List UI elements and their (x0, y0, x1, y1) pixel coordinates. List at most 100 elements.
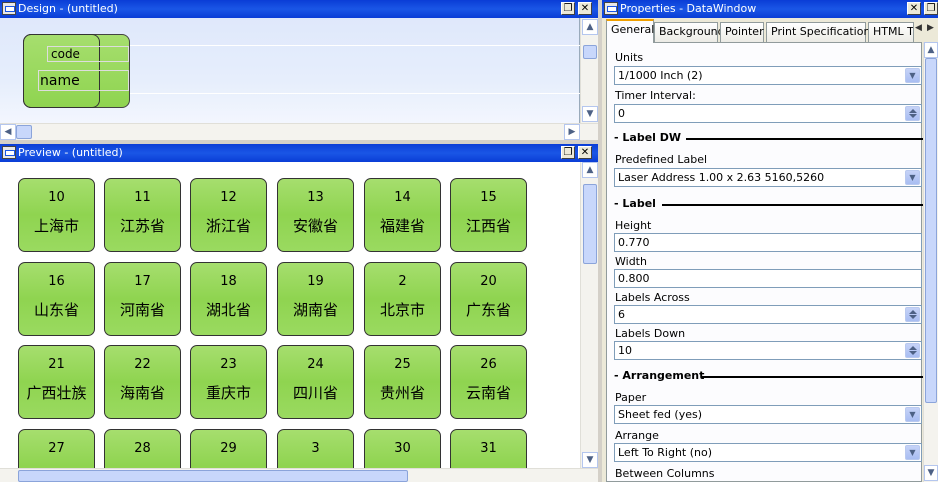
card-name: 四川省 (292, 384, 338, 402)
scroll-thumb[interactable] (925, 58, 937, 403)
spin-arrows-icon[interactable] (905, 307, 920, 322)
card-name: 广东省 (465, 301, 511, 319)
close-button[interactable]: ✕ (578, 2, 592, 15)
label-card[interactable]: 21 广西壮族 (18, 345, 95, 419)
label-card[interactable]: 19 湖南省 (277, 262, 354, 336)
tab-label: Print Specifications (771, 25, 877, 38)
label-card[interactable]: 22 海南省 (104, 345, 181, 419)
tab-scroll-right-icon[interactable]: ▶ (924, 22, 937, 35)
card-name: 上海市 (33, 217, 79, 235)
close-button[interactable]: ✕ (907, 2, 921, 15)
card-code: 30 (394, 441, 411, 456)
label-card[interactable]: 23 重庆市 (190, 345, 267, 419)
label-card[interactable]: 28 (104, 429, 181, 468)
design-canvas[interactable]: code name (0, 18, 580, 123)
width-field[interactable]: 0.800 (614, 269, 922, 288)
properties-vscroll[interactable]: ▲ ▼ (923, 42, 938, 482)
chevron-down-icon[interactable]: ▼ (905, 445, 920, 460)
scroll-down-button[interactable]: ▼ (924, 465, 938, 481)
tab-background[interactable]: Background (654, 22, 725, 42)
label-card[interactable]: 14 福建省 (364, 178, 441, 252)
scroll-up-button[interactable]: ▲ (582, 162, 598, 178)
tab-general[interactable]: General (606, 19, 654, 43)
label-card[interactable]: 12 浙江省 (190, 178, 267, 252)
chevron-down-icon[interactable]: ▼ (905, 170, 920, 185)
predefined-dropdown[interactable]: Laser Address 1.00 x 2.63 5160,5260 ▼ (614, 168, 922, 187)
section-title: Arrangement (622, 369, 705, 382)
card-code: 26 (480, 357, 497, 372)
paper-dropdown[interactable]: Sheet fed (yes) ▼ (614, 405, 922, 424)
label-card[interactable]: 20 广东省 (450, 262, 527, 336)
timer-spinbox[interactable]: 0 (614, 104, 922, 123)
tab-label: General (611, 23, 655, 36)
tab-html[interactable]: HTML T (868, 22, 914, 42)
height-label: Height (615, 219, 652, 232)
tab-print-specifications[interactable]: Print Specifications (766, 22, 876, 42)
card-code: 2 (398, 274, 407, 289)
arrange-label: Arrange (615, 429, 659, 442)
close-button[interactable]: ✕ (578, 146, 592, 159)
scroll-thumb[interactable] (18, 470, 408, 482)
card-name: 广西壮族 (26, 384, 87, 402)
tab-label: HTML T (873, 25, 914, 38)
label-card[interactable]: 24 四川省 (277, 345, 354, 419)
label-card[interactable]: 11 江苏省 (104, 178, 181, 252)
arrange-dropdown[interactable]: Left To Right (no) ▼ (614, 443, 922, 462)
card-code: 23 (220, 357, 237, 372)
restore-button[interactable]: ❐ (561, 2, 575, 15)
preview-canvas[interactable]: 10 上海市 11 江苏省 12 浙江省 13 安徽省 14 福建省 15 江西省 16 山东省 17 河南省… (0, 162, 580, 468)
card-code: 14 (394, 190, 411, 205)
label-card[interactable]: 16 山东省 (18, 262, 95, 336)
spin-arrows-icon[interactable] (905, 106, 920, 121)
label-card[interactable]: 15 江西省 (450, 178, 527, 252)
scroll-left-button[interactable]: ◀ (0, 124, 16, 140)
card-code: 11 (134, 190, 151, 205)
scroll-down-button[interactable]: ▼ (582, 106, 598, 122)
chevron-down-icon[interactable]: ▼ (905, 68, 920, 83)
label-card[interactable]: 30 (364, 429, 441, 468)
design-hscroll[interactable]: ◀ ▶ (0, 123, 598, 140)
label-card[interactable]: 2 北京市 (364, 262, 441, 336)
down-label: Labels Down (615, 327, 686, 340)
restore-button[interactable]: ❐ (924, 2, 938, 15)
label-card[interactable]: 31 (450, 429, 527, 468)
scroll-thumb[interactable] (583, 45, 597, 59)
card-name: 海南省 (119, 384, 165, 402)
height-field[interactable]: 0.770 (614, 233, 922, 252)
spin-arrows-icon[interactable] (905, 343, 920, 358)
scroll-up-button[interactable]: ▲ (582, 19, 598, 35)
scroll-right-button[interactable]: ▶ (564, 124, 580, 140)
general-panel: Units 1/1000 Inch (2) ▼ Timer Interval: … (606, 42, 924, 482)
label-card[interactable]: 18 湖北省 (190, 262, 267, 336)
card-code: 18 (220, 274, 237, 289)
label-card[interactable]: 25 贵州省 (364, 345, 441, 419)
across-value: 6 (618, 308, 625, 321)
label-card[interactable]: 13 安徽省 (277, 178, 354, 252)
chevron-down-icon[interactable]: ▼ (905, 407, 920, 422)
across-spinbox[interactable]: 6 (614, 305, 922, 324)
label-card[interactable]: 26 云南省 (450, 345, 527, 419)
scroll-down-button[interactable]: ▼ (582, 452, 598, 468)
tab-label: Background (659, 25, 725, 38)
label-card[interactable]: 17 河南省 (104, 262, 181, 336)
section-rule (662, 204, 924, 206)
card-name: 北京市 (379, 301, 425, 319)
across-label: Labels Across (615, 291, 690, 304)
code-field-label: code (51, 47, 80, 61)
design-vscroll[interactable]: ▲ ▼ (580, 18, 598, 123)
paper-label: Paper (615, 391, 647, 404)
card-name: 重庆市 (205, 384, 251, 402)
scroll-thumb[interactable] (583, 184, 597, 264)
label-card[interactable]: 3 (277, 429, 354, 468)
label-card[interactable]: 10 上海市 (18, 178, 95, 252)
label-card[interactable]: 27 (18, 429, 95, 468)
label-card[interactable]: 29 (190, 429, 267, 468)
preview-hscroll[interactable] (0, 468, 598, 482)
down-spinbox[interactable]: 10 (614, 341, 922, 360)
restore-button[interactable]: ❐ (561, 146, 575, 159)
scroll-up-button[interactable]: ▲ (924, 42, 938, 58)
tab-pointer[interactable]: Pointer (720, 22, 764, 42)
preview-vscroll[interactable]: ▲ ▼ (580, 162, 598, 468)
units-dropdown[interactable]: 1/1000 Inch (2) ▼ (614, 66, 922, 85)
scroll-thumb[interactable] (16, 125, 32, 139)
